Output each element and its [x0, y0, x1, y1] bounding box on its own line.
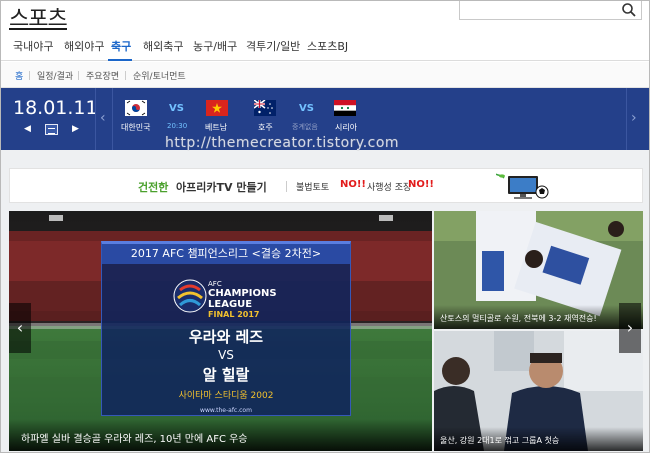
- logo-underline: [9, 28, 67, 30]
- subnav-item-highlights[interactable]: 주요장면: [86, 69, 119, 82]
- acl-logo-text: FINAL 2017: [208, 310, 260, 319]
- subnav-item-schedule[interactable]: 일정/결과: [37, 69, 73, 82]
- acl-logo-icon: [173, 279, 207, 313]
- team-name: 우라와 레즈: [188, 328, 264, 346]
- divider: [626, 88, 627, 150]
- main-news-slide[interactable]: 2017 AFC 챔피언스리그 <결승 2차전> AFC CHAMPIONS L…: [9, 211, 432, 451]
- ad-text: 사행성 조장: [367, 183, 412, 193]
- team-name: 알 힐랄: [202, 366, 250, 384]
- slider-prev-button[interactable]: ‹: [9, 303, 31, 353]
- ad-no-label: NO!!: [340, 179, 366, 190]
- vs-label: VS: [169, 103, 184, 114]
- header: 스포츠: [1, 1, 649, 32]
- match-info-card: 2017 AFC 챔피언스리그 <결승 2차전> AFC CHAMPIONS L…: [101, 241, 351, 416]
- nav-active-indicator: [108, 59, 132, 61]
- tv-icon: [496, 173, 549, 199]
- match-time: 20:30: [167, 122, 188, 130]
- main-news-caption[interactable]: 하파엘 실바 결승골 우라와 레즈, 10년 만에 AFC 우승: [9, 419, 432, 451]
- divider: [78, 71, 79, 80]
- side-news-headline[interactable]: 울산, 강원 2대1로 꺾고 그룹A 첫승: [440, 435, 559, 446]
- vs-label: VS: [299, 103, 314, 114]
- away-team-name[interactable]: 베트남: [205, 122, 227, 133]
- subnav-item-standings[interactable]: 순위/토너먼트: [133, 69, 186, 82]
- search-icon[interactable]: [621, 2, 637, 18]
- side-news-headline[interactable]: 산토스의 멀티골로 수원, 전북에 3-2 재역전승!: [440, 313, 597, 324]
- main-nav: 국내야구 해외야구 축구 해외축구 농구/배구 격투기/일반 스포츠BJ: [1, 31, 649, 61]
- ad-text: 아프리카TV 만들기: [176, 181, 267, 194]
- home-team-name[interactable]: 대한민국: [121, 122, 150, 133]
- australia-flag-icon: [254, 100, 276, 116]
- main-news-headline[interactable]: 하파엘 실바 결승골 우라와 레즈, 10년 만에 AFC 우승: [21, 430, 248, 445]
- vs-label: VS: [218, 348, 234, 362]
- divider: [125, 71, 126, 80]
- side-news-item[interactable]: 울산, 강원 2대1로 꺾고 그룹A 첫승: [434, 331, 643, 451]
- home-team-name[interactable]: 호주: [258, 122, 273, 133]
- sub-nav: 홈 일정/결과 주요장면 순위/토너먼트: [1, 62, 649, 88]
- side-news-caption[interactable]: 산토스의 멀티골로 수원, 전북에 3-2 재역전승!: [434, 305, 643, 329]
- prev-date-button[interactable]: ◀: [24, 124, 31, 134]
- search-input[interactable]: [459, 1, 642, 20]
- subnav-item-home[interactable]: 홈: [15, 69, 23, 82]
- away-team-name[interactable]: 시리아: [335, 122, 357, 133]
- card-title: 2017 AFC 챔피언스리그 <결승 2차전>: [102, 244, 350, 264]
- divider: [29, 71, 30, 80]
- nav-item-football[interactable]: 축구: [111, 38, 131, 54]
- next-date-button[interactable]: ▶: [72, 124, 79, 134]
- calendar-icon[interactable]: [45, 124, 58, 135]
- ad-text: 건전한: [138, 181, 169, 194]
- ad-text: 불법토토: [296, 183, 330, 193]
- vietnam-flag-icon: [206, 100, 228, 116]
- nav-item-basketball-volleyball[interactable]: 농구/배구: [193, 38, 237, 54]
- divider: [95, 88, 96, 150]
- chevron-left-icon[interactable]: ‹: [100, 110, 106, 126]
- acl-logo-text: CHAMPIONS: [208, 288, 277, 299]
- ad-no-label: NO!!: [408, 179, 434, 190]
- nav-item-fighting[interactable]: 격투기/일반: [246, 38, 300, 54]
- website-label: www.the-afc.com: [200, 407, 252, 414]
- syria-flag-icon: [334, 100, 356, 116]
- ad-banner[interactable]: 건전한 아프리카TV 만들기 불법토토 NO!! 사행성 조장 NO!!: [9, 168, 643, 203]
- watermark: http://themecreator.tistory.com: [165, 135, 400, 151]
- nav-item-sports-bj[interactable]: 스포츠BJ: [307, 38, 348, 54]
- divider: [112, 88, 113, 150]
- acl-logo-text: AFC: [208, 280, 222, 288]
- match-status: 중계없음: [292, 123, 318, 131]
- side-news-item[interactable]: 산토스의 멀티골로 수원, 전북에 3-2 재역전승!: [434, 211, 643, 329]
- nav-item-world-football[interactable]: 해외축구: [143, 38, 183, 54]
- venue-label: 사이타마 스타디움 2002: [178, 391, 274, 401]
- schedule-date: 18.01.11: [13, 97, 98, 119]
- nav-item-kbo[interactable]: 국내야구: [13, 38, 53, 54]
- side-news-caption[interactable]: 울산, 강원 2대1로 꺾고 그룹A 첫승: [434, 427, 643, 451]
- divider: [286, 181, 287, 192]
- nav-item-mlb[interactable]: 해외야구: [64, 38, 104, 54]
- page-frame: 스포츠 국내야구 해외야구 축구 해외축구 농구/배구 격투기/일반 스포츠BJ…: [0, 0, 650, 453]
- korea-flag-icon: [125, 100, 147, 116]
- chevron-right-icon[interactable]: ›: [631, 110, 637, 126]
- slider-next-button[interactable]: ›: [619, 303, 641, 353]
- acl-logo-text: LEAGUE: [208, 299, 253, 310]
